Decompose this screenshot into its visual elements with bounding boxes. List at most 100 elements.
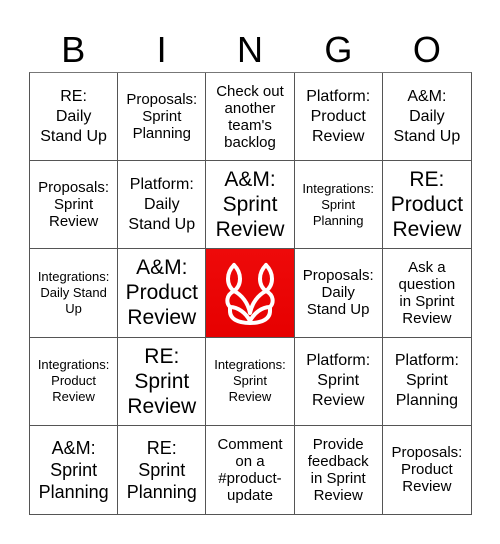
cell-text-line: feedback bbox=[307, 452, 369, 470]
cell-text-line: Stand Up bbox=[393, 127, 461, 145]
bingo-cell[interactable]: Proposals: Product Review bbox=[383, 426, 471, 514]
bingo-cell[interactable]: RE: Sprint Planning bbox=[118, 425, 207, 514]
cell-text-line: Provide bbox=[312, 435, 364, 453]
cell-text-line: on a bbox=[235, 452, 265, 470]
cell-text-line: Stand Up bbox=[128, 215, 196, 233]
bingo-cell[interactable]: Platform: Daily Stand Up bbox=[118, 161, 207, 250]
bingo-cell[interactable]: Ask a question in Sprint Review bbox=[382, 249, 471, 338]
cell-text-line: Review bbox=[313, 486, 363, 504]
cell-text: Check out another team's backlog bbox=[216, 83, 284, 151]
cell-text-line: Planning bbox=[132, 125, 191, 143]
header-letter-n: N bbox=[237, 29, 264, 70]
cell-text-line: Daily bbox=[321, 284, 355, 302]
bingo-cell[interactable]: A&M: Product Review bbox=[118, 249, 207, 338]
cell-text-line: Sprint bbox=[54, 196, 94, 214]
bingo-cell[interactable]: Proposals: Sprint Review bbox=[30, 161, 119, 250]
bingo-cell[interactable]: Check out another team's backlog bbox=[206, 73, 295, 162]
cell-text-line: Integrations: bbox=[37, 357, 110, 373]
cell-text-line: Product bbox=[401, 461, 453, 479]
cell-text-line: Proposals: bbox=[126, 91, 198, 109]
cell-text-line: Integrations: bbox=[37, 268, 110, 284]
cell-text: RE: Sprint Review bbox=[127, 344, 196, 419]
cell-text: A&M: Sprint Planning bbox=[39, 437, 109, 503]
cell-text-line: Planning bbox=[38, 481, 109, 502]
cell-text-line: Platform: bbox=[129, 175, 194, 193]
bingo-cell[interactable]: RE: Daily Stand Up bbox=[30, 73, 119, 162]
cell-text: RE: Daily Stand Up bbox=[40, 87, 107, 147]
cell-text: Integrations: Sprint Review bbox=[214, 357, 286, 405]
cell-text-line: A&M: bbox=[51, 437, 96, 458]
cell-text: Comment on a #product-update bbox=[217, 436, 282, 504]
cell-text-line: Comment bbox=[217, 435, 283, 453]
cell-text-line: Review bbox=[228, 389, 272, 405]
cell-text: Integrations: Sprint Planning bbox=[302, 181, 374, 229]
cell-text: Platform: Daily Stand Up bbox=[128, 175, 195, 235]
bingo-cell[interactable]: Proposals: Sprint Planning bbox=[118, 73, 207, 162]
cell-text-line: Check out bbox=[216, 82, 284, 100]
cell-text-line: another bbox=[224, 99, 276, 117]
cell-text-line: Review bbox=[311, 127, 365, 145]
cell-text-line: Up bbox=[65, 300, 82, 316]
cell-text-line: Review bbox=[127, 306, 197, 330]
bingo-cell[interactable]: Integrations: Product Review bbox=[30, 337, 119, 426]
cell-text-line: Review bbox=[402, 478, 452, 496]
bingo-cell[interactable]: Integrations: Sprint Review bbox=[206, 337, 295, 426]
header-letter-g: G bbox=[324, 29, 353, 70]
cell-text-line: Review bbox=[392, 218, 462, 242]
cell-text: Proposals: Sprint Review bbox=[38, 179, 109, 230]
bingo-header: B I N G O bbox=[29, 28, 471, 72]
cell-text-line: Product bbox=[310, 107, 366, 125]
header-letter-i: I bbox=[156, 29, 167, 70]
bingo-cell[interactable]: Platform: Sprint Planning bbox=[382, 338, 471, 426]
cell-text-line: Integrations: bbox=[214, 357, 286, 373]
bingo-cell[interactable]: A&M: Daily Stand Up bbox=[382, 73, 471, 162]
cell-text-line: Review bbox=[49, 213, 99, 231]
cell-text: RE: Product Review bbox=[391, 167, 463, 242]
cell-text: Proposals: Sprint Planning bbox=[126, 91, 197, 142]
cell-text: Provide feedback in Sprint Review bbox=[308, 436, 369, 504]
cell-text-line: Review bbox=[402, 309, 452, 327]
cell-text: Platform: Sprint Review bbox=[306, 351, 370, 411]
cell-text-line: question bbox=[398, 275, 456, 293]
cell-text-line: Daily bbox=[55, 107, 92, 125]
bingo-cell[interactable]: Provide feedback in Sprint Review bbox=[295, 425, 383, 514]
free-space-cell[interactable] bbox=[206, 249, 295, 338]
cell-text: A&M: Daily Stand Up bbox=[394, 87, 461, 147]
header-letter-o: O bbox=[412, 29, 441, 70]
cell-text-line: Planning bbox=[312, 212, 364, 228]
bingo-cell[interactable]: Comment on a #product-update bbox=[206, 425, 295, 514]
cell-text: Platform: Sprint Planning bbox=[395, 351, 459, 411]
bingo-cell[interactable]: Integrations: Sprint Planning bbox=[294, 161, 383, 250]
cell-text-line: RE: bbox=[409, 168, 445, 192]
bingo-cell[interactable]: Platform: Sprint Review bbox=[294, 337, 383, 426]
bingo-cell[interactable]: Proposals: Daily Stand Up bbox=[294, 249, 383, 338]
cell-text-line: Integrations: bbox=[302, 180, 374, 196]
cell-text: RE: Sprint Planning bbox=[127, 437, 197, 503]
cell-text-line: Platform: bbox=[306, 352, 371, 370]
cell-text-line: Review bbox=[215, 218, 285, 242]
bingo-cell[interactable]: Integrations: Daily Stand Up bbox=[30, 249, 119, 338]
bingo-cell[interactable]: A&M: Sprint Planning bbox=[30, 425, 119, 514]
cell-text-line: Stand Up bbox=[40, 127, 107, 145]
bingo-cell[interactable]: Platform: Product Review bbox=[294, 73, 383, 162]
cell-text-line: Review bbox=[127, 394, 197, 418]
cell-text-line: Proposals: bbox=[302, 267, 374, 285]
cell-text-line: Sprint bbox=[321, 196, 356, 212]
bingo-cell[interactable]: A&M: Sprint Review bbox=[206, 161, 295, 250]
bingo-cell[interactable]: RE: Sprint Review bbox=[118, 337, 207, 426]
cell-text-line: A&M: bbox=[407, 87, 447, 105]
bingo-cell[interactable]: RE: Product Review bbox=[382, 161, 471, 250]
header-letter-b: B bbox=[61, 29, 86, 70]
cell-text-line: Daily bbox=[144, 195, 180, 213]
cell-text-line: Platform: bbox=[394, 352, 459, 370]
cell-text-line: Proposals: bbox=[38, 179, 110, 197]
cell-text-line: A&M: bbox=[224, 168, 276, 192]
cell-text-line: in Sprint bbox=[399, 292, 455, 310]
cell-text-line: Product bbox=[51, 373, 96, 389]
cell-text-line: backlog bbox=[224, 133, 276, 151]
cell-text-line: Product bbox=[390, 193, 464, 217]
cell-text-line: RE: bbox=[60, 87, 87, 105]
cell-text-line: Planning bbox=[126, 481, 197, 502]
cell-text: Integrations: Daily Stand Up bbox=[38, 269, 110, 317]
cell-text: Proposals: Daily Stand Up bbox=[303, 267, 374, 318]
